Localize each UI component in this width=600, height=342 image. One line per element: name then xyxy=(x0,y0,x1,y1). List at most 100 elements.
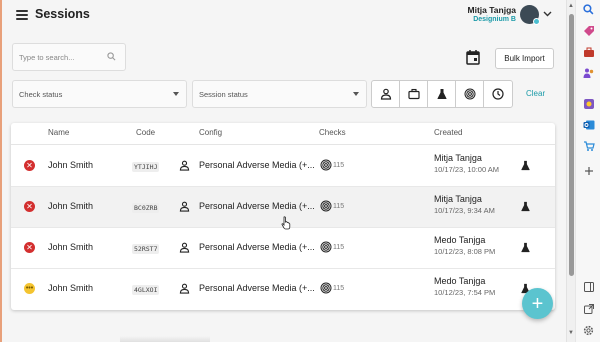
person-icon xyxy=(179,242,190,253)
row-created-date: 10/17/23, 10:00 AM xyxy=(434,165,500,174)
fingerprint-icon xyxy=(320,241,332,253)
row-code: BC0ZRB xyxy=(132,203,160,213)
filter-time-button[interactable] xyxy=(484,81,512,107)
filter-business-button[interactable] xyxy=(400,81,428,107)
check-status-label: Check status xyxy=(19,89,63,99)
add-icon[interactable] xyxy=(582,164,595,177)
person-icon xyxy=(380,88,391,100)
search-icon[interactable] xyxy=(582,3,595,16)
pending-status-icon: ••• xyxy=(24,283,35,294)
menu-icon[interactable] xyxy=(16,10,28,20)
scrollbar-thumb[interactable] xyxy=(569,14,574,276)
fingerprint-icon xyxy=(320,282,332,294)
row-config: Personal Adverse Media (+... xyxy=(199,201,315,211)
shopping-icon[interactable] xyxy=(582,139,595,152)
column-header-name[interactable]: Name xyxy=(48,128,69,137)
session-status-select[interactable]: Session status xyxy=(192,80,367,108)
row-checks-count: 115 xyxy=(333,285,345,292)
table-row[interactable]: ••• John Smith 4GLXOI Personal Adverse M… xyxy=(11,269,555,310)
row-created-date: 10/12/23, 7:54 PM xyxy=(434,288,496,297)
scroll-down-icon[interactable]: ▼ xyxy=(568,330,574,336)
clock-icon xyxy=(492,88,504,100)
top-bar: Sessions Mitja Tanjga Designium B xyxy=(2,0,568,30)
divider xyxy=(120,336,210,342)
row-name: John Smith xyxy=(48,283,94,293)
row-created: Mitja Tanjga 10/17/23, 9:34 AM xyxy=(434,194,495,215)
dropdown-caret-icon xyxy=(173,92,179,96)
scroll-up-icon[interactable]: ▲ xyxy=(568,3,574,9)
column-header-checks[interactable]: Checks xyxy=(319,128,346,137)
failed-status-icon: ✕ xyxy=(24,201,35,212)
row-created: Medo Tanjga 10/12/23, 7:54 PM xyxy=(434,276,495,297)
row-created-date: 10/12/23, 8:08 PM xyxy=(434,247,496,256)
table-header: Name Code Config Checks Created xyxy=(11,123,555,145)
row-checks-count: 115 xyxy=(333,244,345,251)
copilot-icon[interactable] xyxy=(582,97,595,110)
filter-fingerprint-button[interactable] xyxy=(456,81,484,107)
flask-icon xyxy=(436,89,447,99)
flask-icon[interactable] xyxy=(520,242,531,253)
mouse-pointer-icon xyxy=(281,216,291,230)
row-created-date: 10/17/23, 9:34 AM xyxy=(434,206,495,215)
fingerprint-icon xyxy=(464,88,475,100)
table-row[interactable]: ✕ John Smith 52RST7 Personal Adverse Med… xyxy=(11,228,555,269)
fingerprint-icon xyxy=(320,200,332,212)
browser-sidebar xyxy=(575,0,600,342)
chevron-down-icon[interactable] xyxy=(543,9,552,20)
table-row[interactable]: ✕ John Smith YTJIHJ Personal Adverse Med… xyxy=(11,146,555,187)
filter-toggle-group xyxy=(371,80,513,108)
filter-person-button[interactable] xyxy=(372,81,400,107)
row-code: 52RST7 xyxy=(132,244,160,254)
row-code: 4GLXOI xyxy=(132,285,160,295)
app-window: Sessions Mitja Tanjga Designium B Bulk I… xyxy=(0,0,566,342)
user-name: Mitja Tanjga xyxy=(467,5,517,15)
user-org: Designium B xyxy=(473,16,516,23)
page-title: Sessions xyxy=(35,7,90,21)
clear-filters-button[interactable]: Clear xyxy=(526,89,545,98)
row-created: Mitja Tanjga 10/17/23, 10:00 AM xyxy=(434,153,499,174)
user-info[interactable]: Mitja Tanjga Designium B xyxy=(468,5,517,23)
row-created-by: Mitja Tanjga xyxy=(434,194,482,204)
search-input[interactable] xyxy=(13,44,103,70)
column-header-code[interactable]: Code xyxy=(136,128,155,137)
briefcase-icon xyxy=(407,88,420,100)
external-link-icon[interactable] xyxy=(582,302,595,315)
people-icon[interactable] xyxy=(582,66,595,79)
search-icon xyxy=(107,52,116,61)
avatar[interactable] xyxy=(520,5,540,25)
row-created-by: Mitja Tanjga xyxy=(434,153,482,163)
person-icon xyxy=(179,283,190,294)
flask-icon[interactable] xyxy=(520,160,531,171)
calendar-icon[interactable] xyxy=(466,49,480,65)
session-status-label: Session status xyxy=(199,89,248,99)
filter-lab-button[interactable] xyxy=(428,81,456,107)
row-name: John Smith xyxy=(48,201,94,211)
toolbox-icon[interactable] xyxy=(582,45,595,58)
row-config: Personal Adverse Media (+... xyxy=(199,160,315,170)
sidebar-toggle-icon[interactable] xyxy=(582,280,595,293)
row-code: YTJIHJ xyxy=(132,162,160,172)
failed-status-icon: ✕ xyxy=(24,242,35,253)
row-created-by: Medo Tanjga xyxy=(434,235,486,245)
gear-icon[interactable] xyxy=(582,324,595,337)
vertical-scrollbar[interactable]: ▲ ▼ xyxy=(566,0,575,342)
row-created: Medo Tanjga 10/12/23, 8:08 PM xyxy=(434,235,495,256)
person-icon xyxy=(179,160,190,171)
column-header-created[interactable]: Created xyxy=(434,128,462,137)
tag-icon[interactable] xyxy=(582,24,595,37)
bulk-import-button[interactable]: Bulk Import xyxy=(495,48,554,69)
column-header-config[interactable]: Config xyxy=(199,128,222,137)
online-status-icon xyxy=(533,18,540,25)
flask-icon[interactable] xyxy=(520,201,531,212)
dropdown-caret-icon xyxy=(353,92,359,96)
row-name: John Smith xyxy=(48,242,94,252)
add-session-button[interactable]: + xyxy=(522,288,553,319)
check-status-select[interactable]: Check status xyxy=(12,80,187,108)
row-config: Personal Adverse Media (+... xyxy=(199,242,315,252)
outlook-icon[interactable] xyxy=(582,118,595,131)
person-icon xyxy=(179,201,190,212)
search-field[interactable] xyxy=(12,43,126,71)
row-name: John Smith xyxy=(48,160,94,170)
failed-status-icon: ✕ xyxy=(24,160,35,171)
row-config: Personal Adverse Media (+... xyxy=(199,283,315,293)
